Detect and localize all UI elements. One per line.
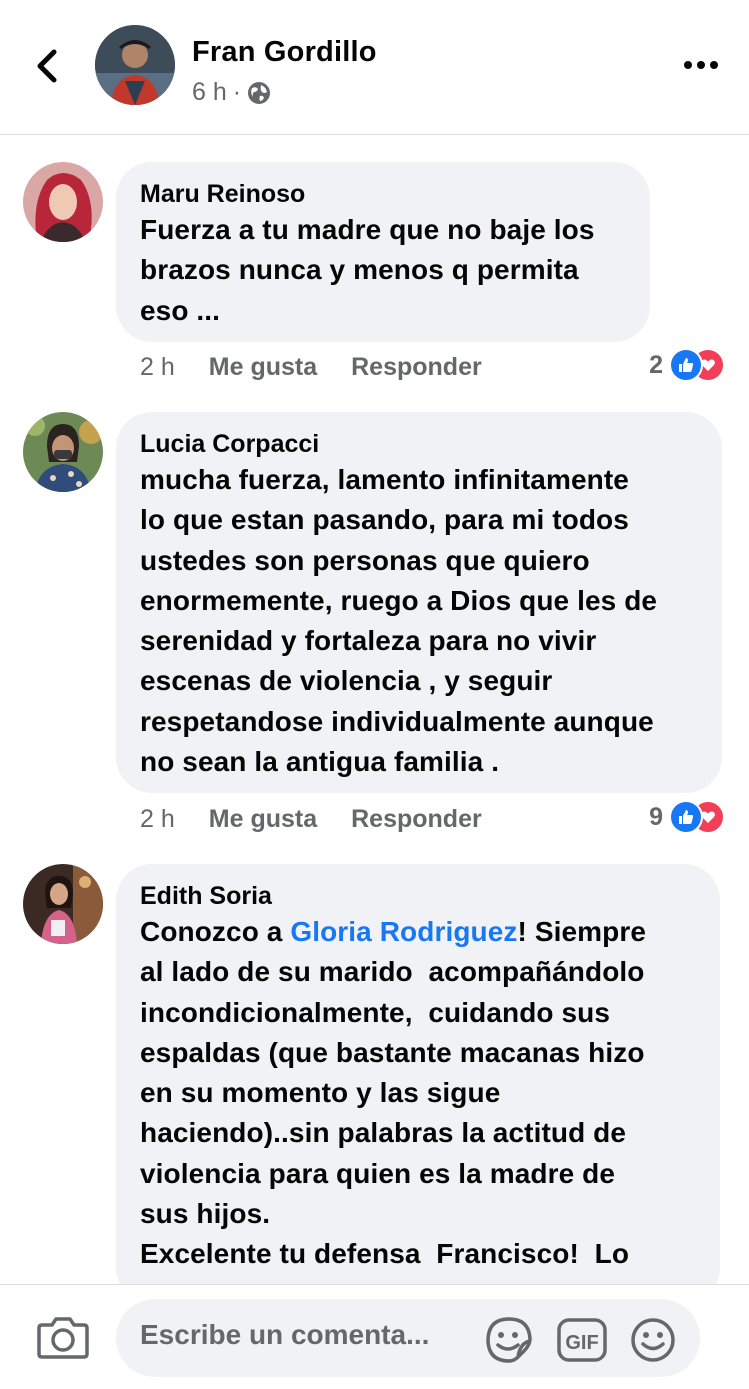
comment-author[interactable]: Edith Soria (140, 880, 696, 912)
post-time: 6 h (192, 78, 227, 106)
comment-text: mucha fuerza, lamento infinitamente lo q… (140, 464, 658, 778)
back-button[interactable] (28, 44, 68, 88)
emoji-icon (631, 1318, 675, 1362)
globe-icon (248, 81, 271, 104)
comment-text-part: ! Siempre al lado de su marido acompañán… (140, 916, 647, 1270)
camera-button[interactable] (36, 1313, 90, 1361)
gif-label: GIF (565, 1332, 598, 1354)
sticker-button[interactable] (484, 1315, 534, 1365)
comment-actions: 2 h Me gusta Responder (140, 353, 482, 382)
reaction-count: 9 (649, 802, 663, 831)
comment-time[interactable]: 2 h (140, 353, 175, 382)
author-name[interactable]: Fran Gordillo (192, 36, 377, 69)
comment-author[interactable]: Maru Reinoso (140, 178, 626, 210)
comment-composer: Escribe un comenta... GIF (0, 1284, 749, 1389)
commenter-avatar[interactable] (23, 412, 103, 492)
reply-button[interactable]: Responder (351, 353, 482, 382)
like-button[interactable]: Me gusta (209, 353, 317, 382)
reply-button[interactable]: Responder (351, 805, 482, 834)
more-dots-icon (684, 61, 718, 69)
comment-bubble[interactable]: Maru Reinoso Fuerza a tu madre que no ba… (116, 162, 650, 342)
emoji-button[interactable] (630, 1317, 676, 1363)
post-meta: 6 h · (192, 78, 271, 107)
chevron-left-icon (37, 49, 57, 83)
like-reaction-icon (669, 800, 703, 834)
like-reaction-icon (669, 348, 703, 382)
commenter-avatar[interactable] (23, 864, 103, 944)
camera-icon (37, 1317, 89, 1359)
comment-bubble[interactable]: Lucia Corpacci mucha fuerza, lamento inf… (116, 412, 722, 793)
author-avatar[interactable] (95, 25, 175, 105)
comment-actions: 2 h Me gusta Responder (140, 805, 482, 834)
reaction-summary[interactable]: 2 (649, 348, 725, 382)
comment-text: Fuerza a tu madre que no baje los brazos… (140, 214, 595, 326)
commenter-avatar[interactable] (23, 162, 103, 242)
comment-time[interactable]: 2 h (140, 805, 175, 834)
meta-separator: · (232, 78, 242, 106)
reaction-count: 2 (649, 350, 663, 379)
gif-button[interactable]: GIF (557, 1318, 607, 1362)
more-options-button[interactable] (683, 56, 719, 74)
post-header: Fran Gordillo 6 h · (0, 0, 749, 135)
comment-input-placeholder[interactable]: Escribe un comenta... (140, 1319, 429, 1351)
sticker-icon (486, 1317, 532, 1363)
comment-bubble[interactable]: Edith Soria Conozco a Gloria Rodriguez! … (116, 864, 720, 1304)
gif-icon: GIF (557, 1318, 607, 1362)
reaction-summary[interactable]: 9 (649, 800, 725, 834)
comment-text: Conozco a Gloria Rodriguez! Siempre al l… (140, 912, 696, 1275)
comment-text-part: Conozco a (140, 916, 291, 947)
comment-author[interactable]: Lucia Corpacci (140, 428, 698, 460)
mention-link[interactable]: Gloria Rodriguez (290, 916, 517, 947)
like-button[interactable]: Me gusta (209, 805, 317, 834)
